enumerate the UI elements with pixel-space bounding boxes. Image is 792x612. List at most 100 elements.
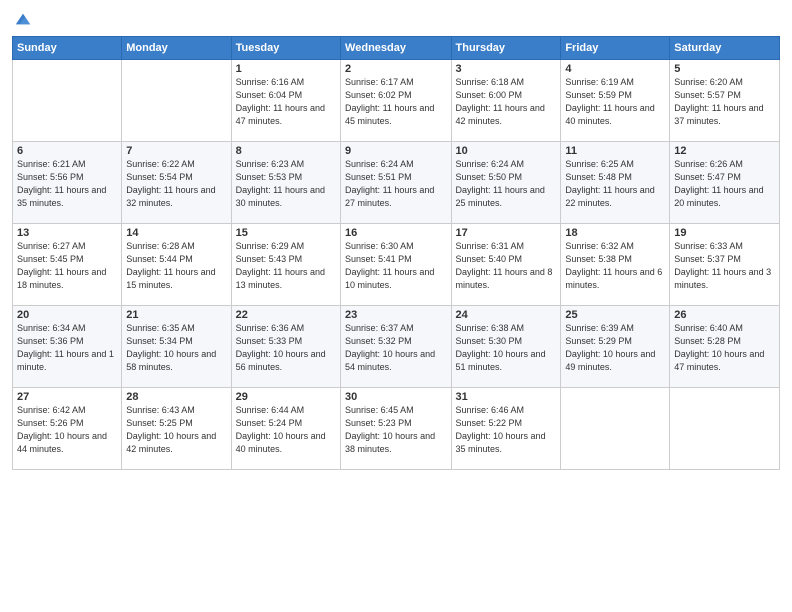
day-info: Sunrise: 6:35 AM Sunset: 5:34 PM Dayligh… [126,322,226,374]
calendar-cell: 7Sunrise: 6:22 AM Sunset: 5:54 PM Daylig… [122,142,231,224]
day-info: Sunrise: 6:46 AM Sunset: 5:22 PM Dayligh… [456,404,557,456]
day-number: 19 [674,227,775,239]
weekday-header-row: SundayMondayTuesdayWednesdayThursdayFrid… [13,37,780,60]
calendar-cell: 30Sunrise: 6:45 AM Sunset: 5:23 PM Dayli… [341,388,451,470]
calendar-cell: 14Sunrise: 6:28 AM Sunset: 5:44 PM Dayli… [122,224,231,306]
calendar-week-2: 6Sunrise: 6:21 AM Sunset: 5:56 PM Daylig… [13,142,780,224]
calendar-cell: 16Sunrise: 6:30 AM Sunset: 5:41 PM Dayli… [341,224,451,306]
day-info: Sunrise: 6:25 AM Sunset: 5:48 PM Dayligh… [565,158,665,210]
day-number: 13 [17,227,117,239]
calendar-cell: 20Sunrise: 6:34 AM Sunset: 5:36 PM Dayli… [13,306,122,388]
logo [12,10,32,28]
day-number: 22 [236,309,336,321]
day-number: 16 [345,227,446,239]
weekday-header-friday: Friday [561,37,670,60]
day-info: Sunrise: 6:19 AM Sunset: 5:59 PM Dayligh… [565,76,665,128]
day-info: Sunrise: 6:39 AM Sunset: 5:29 PM Dayligh… [565,322,665,374]
day-info: Sunrise: 6:24 AM Sunset: 5:51 PM Dayligh… [345,158,446,210]
calendar-table: SundayMondayTuesdayWednesdayThursdayFrid… [12,36,780,470]
day-number: 30 [345,391,446,403]
calendar-cell: 10Sunrise: 6:24 AM Sunset: 5:50 PM Dayli… [451,142,561,224]
day-number: 14 [126,227,226,239]
day-info: Sunrise: 6:31 AM Sunset: 5:40 PM Dayligh… [456,240,557,292]
day-number: 10 [456,145,557,157]
day-number: 3 [456,63,557,75]
day-info: Sunrise: 6:32 AM Sunset: 5:38 PM Dayligh… [565,240,665,292]
day-info: Sunrise: 6:44 AM Sunset: 5:24 PM Dayligh… [236,404,336,456]
calendar-week-3: 13Sunrise: 6:27 AM Sunset: 5:45 PM Dayli… [13,224,780,306]
day-info: Sunrise: 6:20 AM Sunset: 5:57 PM Dayligh… [674,76,775,128]
calendar-cell: 25Sunrise: 6:39 AM Sunset: 5:29 PM Dayli… [561,306,670,388]
day-info: Sunrise: 6:33 AM Sunset: 5:37 PM Dayligh… [674,240,775,292]
calendar-cell: 22Sunrise: 6:36 AM Sunset: 5:33 PM Dayli… [231,306,340,388]
calendar-cell: 9Sunrise: 6:24 AM Sunset: 5:51 PM Daylig… [341,142,451,224]
day-info: Sunrise: 6:40 AM Sunset: 5:28 PM Dayligh… [674,322,775,374]
calendar-cell: 17Sunrise: 6:31 AM Sunset: 5:40 PM Dayli… [451,224,561,306]
calendar-cell: 5Sunrise: 6:20 AM Sunset: 5:57 PM Daylig… [670,60,780,142]
weekday-header-monday: Monday [122,37,231,60]
calendar-cell: 18Sunrise: 6:32 AM Sunset: 5:38 PM Dayli… [561,224,670,306]
day-number: 4 [565,63,665,75]
day-number: 5 [674,63,775,75]
day-number: 28 [126,391,226,403]
calendar-week-4: 20Sunrise: 6:34 AM Sunset: 5:36 PM Dayli… [13,306,780,388]
calendar-cell: 15Sunrise: 6:29 AM Sunset: 5:43 PM Dayli… [231,224,340,306]
day-info: Sunrise: 6:37 AM Sunset: 5:32 PM Dayligh… [345,322,446,374]
calendar-week-1: 1Sunrise: 6:16 AM Sunset: 6:04 PM Daylig… [13,60,780,142]
calendar-cell: 29Sunrise: 6:44 AM Sunset: 5:24 PM Dayli… [231,388,340,470]
calendar-cell: 8Sunrise: 6:23 AM Sunset: 5:53 PM Daylig… [231,142,340,224]
day-number: 6 [17,145,117,157]
calendar-week-5: 27Sunrise: 6:42 AM Sunset: 5:26 PM Dayli… [13,388,780,470]
calendar-cell: 21Sunrise: 6:35 AM Sunset: 5:34 PM Dayli… [122,306,231,388]
weekday-header-wednesday: Wednesday [341,37,451,60]
day-number: 8 [236,145,336,157]
day-info: Sunrise: 6:21 AM Sunset: 5:56 PM Dayligh… [17,158,117,210]
day-info: Sunrise: 6:18 AM Sunset: 6:00 PM Dayligh… [456,76,557,128]
day-info: Sunrise: 6:23 AM Sunset: 5:53 PM Dayligh… [236,158,336,210]
calendar-cell [670,388,780,470]
calendar-cell: 2Sunrise: 6:17 AM Sunset: 6:02 PM Daylig… [341,60,451,142]
day-number: 7 [126,145,226,157]
day-number: 17 [456,227,557,239]
day-number: 31 [456,391,557,403]
day-info: Sunrise: 6:45 AM Sunset: 5:23 PM Dayligh… [345,404,446,456]
day-number: 23 [345,309,446,321]
page-container: SundayMondayTuesdayWednesdayThursdayFrid… [0,0,792,478]
day-number: 27 [17,391,117,403]
day-info: Sunrise: 6:17 AM Sunset: 6:02 PM Dayligh… [345,76,446,128]
day-number: 18 [565,227,665,239]
day-info: Sunrise: 6:29 AM Sunset: 5:43 PM Dayligh… [236,240,336,292]
day-number: 2 [345,63,446,75]
day-number: 25 [565,309,665,321]
calendar-cell: 12Sunrise: 6:26 AM Sunset: 5:47 PM Dayli… [670,142,780,224]
page-header [12,10,780,28]
calendar-cell: 6Sunrise: 6:21 AM Sunset: 5:56 PM Daylig… [13,142,122,224]
day-number: 1 [236,63,336,75]
calendar-cell [13,60,122,142]
day-info: Sunrise: 6:36 AM Sunset: 5:33 PM Dayligh… [236,322,336,374]
calendar-cell: 31Sunrise: 6:46 AM Sunset: 5:22 PM Dayli… [451,388,561,470]
calendar-cell: 19Sunrise: 6:33 AM Sunset: 5:37 PM Dayli… [670,224,780,306]
day-info: Sunrise: 6:27 AM Sunset: 5:45 PM Dayligh… [17,240,117,292]
day-number: 21 [126,309,226,321]
day-info: Sunrise: 6:24 AM Sunset: 5:50 PM Dayligh… [456,158,557,210]
day-info: Sunrise: 6:22 AM Sunset: 5:54 PM Dayligh… [126,158,226,210]
day-number: 29 [236,391,336,403]
calendar-cell: 28Sunrise: 6:43 AM Sunset: 5:25 PM Dayli… [122,388,231,470]
calendar-cell: 11Sunrise: 6:25 AM Sunset: 5:48 PM Dayli… [561,142,670,224]
weekday-header-saturday: Saturday [670,37,780,60]
logo-icon [14,10,32,28]
weekday-header-sunday: Sunday [13,37,122,60]
weekday-header-thursday: Thursday [451,37,561,60]
calendar-cell: 26Sunrise: 6:40 AM Sunset: 5:28 PM Dayli… [670,306,780,388]
calendar-cell [122,60,231,142]
day-info: Sunrise: 6:42 AM Sunset: 5:26 PM Dayligh… [17,404,117,456]
day-info: Sunrise: 6:30 AM Sunset: 5:41 PM Dayligh… [345,240,446,292]
weekday-header-tuesday: Tuesday [231,37,340,60]
calendar-cell: 3Sunrise: 6:18 AM Sunset: 6:00 PM Daylig… [451,60,561,142]
day-number: 26 [674,309,775,321]
day-number: 15 [236,227,336,239]
calendar-cell: 13Sunrise: 6:27 AM Sunset: 5:45 PM Dayli… [13,224,122,306]
calendar-cell: 27Sunrise: 6:42 AM Sunset: 5:26 PM Dayli… [13,388,122,470]
day-number: 20 [17,309,117,321]
